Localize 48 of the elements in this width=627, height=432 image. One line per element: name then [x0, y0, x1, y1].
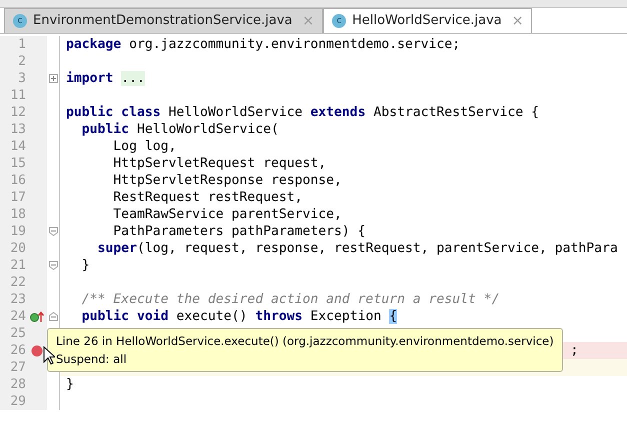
code-line: public void execute() throws Exception { [80, 308, 398, 325]
code-line: import ... [65, 70, 146, 87]
line-number: 26 [9, 342, 26, 360]
mouse-cursor-icon [43, 346, 55, 365]
code-line: } [80, 257, 91, 274]
editor-tab[interactable]: c EnvironmentDemonstrationService.java × [4, 8, 324, 33]
class-icon: c [13, 14, 27, 28]
code-line: super(log, request, response, restRequest, parentService, pathPara [96, 240, 619, 257]
line-number: 1 [17, 36, 26, 54]
line-number: 14 [9, 138, 26, 156]
breakpoint-icon[interactable] [31, 344, 43, 356]
line-number: 12 [9, 104, 26, 122]
code-line: /** Execute the desired action and return a result */ [80, 291, 501, 308]
line-number: 18 [9, 206, 26, 224]
line-number: 22 [9, 274, 26, 292]
line-number: 2 [17, 52, 26, 71]
line-number: 21 [9, 256, 26, 275]
line-number: 24 [9, 308, 26, 326]
code-line: Log log, [112, 138, 178, 155]
line-number: 20 [9, 240, 26, 258]
code-line: HttpServletRequest request, [112, 155, 328, 172]
line-number: 13 [9, 120, 26, 139]
code-line: PathParameters pathParameters) { [112, 223, 367, 240]
line-number: 25 [9, 324, 26, 343]
code-line: HttpServletResponse response, [112, 172, 343, 189]
class-icon: c [332, 14, 346, 28]
line-number: 11 [9, 86, 26, 105]
line-number: 27 [9, 358, 26, 377]
code-line: public HelloWorldService( [80, 121, 280, 138]
editor-tab[interactable]: c HelloWorldService.java × [323, 8, 532, 33]
code-line: public class HelloWorldService extends AbstractRestService { [65, 104, 540, 121]
line-number: 23 [9, 290, 26, 309]
line-number: 3 [17, 70, 26, 88]
fold-icon[interactable] [48, 312, 58, 321]
line-number: 29 [9, 392, 26, 411]
line-number: 17 [9, 188, 26, 207]
fold-icon[interactable] [48, 227, 58, 236]
line-number: 19 [9, 222, 26, 241]
code-line: RestRequest restRequest, [112, 189, 304, 206]
code-line: } [65, 376, 75, 393]
line-number: 15 [9, 154, 26, 173]
code-line: package org.jazzcommunity.environmentdemo.service; [65, 36, 462, 53]
line-number: 28 [9, 376, 26, 394]
line-number: 16 [9, 172, 26, 190]
fold-icon[interactable] [48, 261, 58, 270]
override-icon[interactable] [30, 310, 44, 322]
fold-icon[interactable] [48, 74, 58, 83]
code-line: TeamRawService parentService, [112, 206, 343, 223]
